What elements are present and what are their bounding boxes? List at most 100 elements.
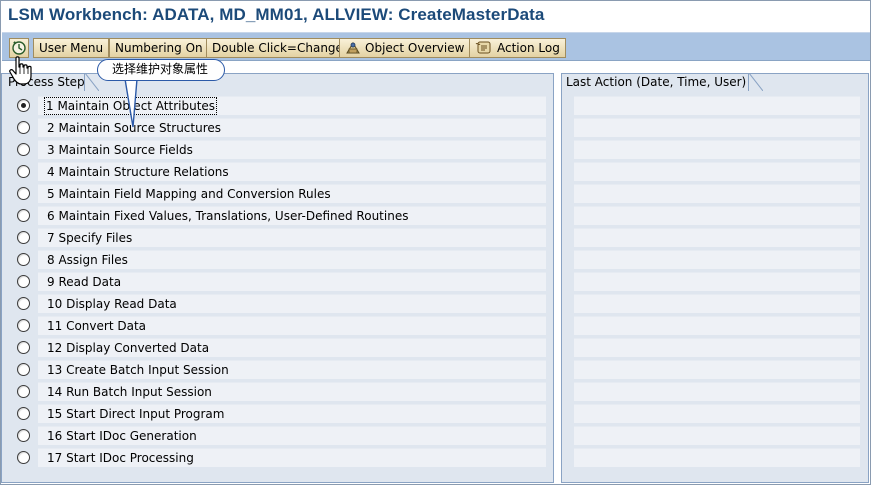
step-cell[interactable]: 15 Start Direct Input Program: [38, 404, 546, 423]
last-action-cell: [574, 404, 860, 423]
step-radio-button[interactable]: [17, 253, 30, 266]
action-log-icon: [475, 41, 491, 54]
object-overview-button[interactable]: Object Overview: [339, 38, 471, 58]
step-cell[interactable]: 2 Maintain Source Structures: [38, 118, 546, 137]
last-action-cell: [574, 162, 860, 181]
step-radio-button[interactable]: [17, 363, 30, 376]
process-step-row[interactable]: 3 Maintain Source Fields: [2, 138, 553, 160]
step-radio-button[interactable]: [17, 429, 30, 442]
step-radio-button[interactable]: [17, 209, 30, 222]
step-cell[interactable]: 1 Maintain Object Attributes: [38, 96, 546, 115]
process-step-row[interactable]: 17 Start IDoc Processing: [2, 446, 553, 468]
step-cell[interactable]: 8 Assign Files: [38, 250, 546, 269]
step-radio-button[interactable]: [17, 385, 30, 398]
last-action-cell: [574, 316, 860, 335]
last-action-cell: [574, 206, 860, 225]
step-cell[interactable]: 14 Run Batch Input Session: [38, 382, 546, 401]
process-step-row[interactable]: 12 Display Converted Data: [2, 336, 553, 358]
process-step-row[interactable]: 1 Maintain Object Attributes: [2, 94, 553, 116]
step-radio-button[interactable]: [17, 319, 30, 332]
step-cell[interactable]: 10 Display Read Data: [38, 294, 546, 313]
step-label: 4 Maintain Structure Relations: [47, 165, 229, 179]
process-step-row[interactable]: 15 Start Direct Input Program: [2, 402, 553, 424]
step-radio-button[interactable]: [17, 341, 30, 354]
execute-button[interactable]: [9, 38, 29, 58]
last-action-cell: [574, 426, 860, 445]
execute-clock-icon: [12, 41, 26, 55]
step-label: 5 Maintain Field Mapping and Conversion …: [47, 187, 331, 201]
step-label: 8 Assign Files: [47, 253, 128, 267]
last-action-cell: [574, 360, 860, 379]
last-action-cell: [574, 294, 860, 313]
step-radio-button[interactable]: [17, 121, 30, 134]
step-radio-button[interactable]: [17, 165, 30, 178]
process-step-row[interactable]: 2 Maintain Source Structures: [2, 116, 553, 138]
step-radio-button[interactable]: [17, 187, 30, 200]
last-action-cell: [574, 250, 860, 269]
window-title: LSM Workbench: ADATA, MD_MM01, ALLVIEW: …: [8, 5, 545, 24]
last-action-cell: [574, 184, 860, 203]
step-radio-button[interactable]: [17, 275, 30, 288]
process-step-row[interactable]: 10 Display Read Data: [2, 292, 553, 314]
step-cell[interactable]: 5 Maintain Field Mapping and Conversion …: [38, 184, 546, 203]
step-cell[interactable]: 3 Maintain Source Fields: [38, 140, 546, 159]
tab-corner: [749, 73, 763, 91]
step-cell[interactable]: 7 Specify Files: [38, 228, 546, 247]
application-toolbar: User Menu Numbering On Double Click=Chan…: [2, 32, 870, 61]
step-cell[interactable]: 17 Start IDoc Processing: [38, 448, 546, 467]
double-click-change-button[interactable]: Double Click=Change: [206, 38, 349, 58]
app-window: LSM Workbench: ADATA, MD_MM01, ALLVIEW: …: [0, 0, 871, 485]
object-overview-icon: [346, 42, 360, 54]
process-step-row[interactable]: 8 Assign Files: [2, 248, 553, 270]
last-action-cell: [574, 382, 860, 401]
step-radio-button[interactable]: [17, 143, 30, 156]
last-action-cell: [574, 228, 860, 247]
hand-pointer-icon: [9, 56, 32, 85]
step-cell[interactable]: 12 Display Converted Data: [38, 338, 546, 357]
step-label: 17 Start IDoc Processing: [47, 451, 194, 465]
step-radio-button[interactable]: [17, 99, 30, 112]
step-radio-button[interactable]: [17, 231, 30, 244]
step-label: 9 Read Data: [47, 275, 122, 289]
process-step-row[interactable]: 7 Specify Files: [2, 226, 553, 248]
step-radio-button[interactable]: [17, 407, 30, 420]
tab-corner: [85, 73, 99, 91]
tooltip-pointer: [124, 76, 138, 128]
step-cell[interactable]: 6 Maintain Fixed Values, Translations, U…: [38, 206, 546, 225]
object-overview-label: Object Overview: [365, 41, 465, 55]
process-step-row[interactable]: 11 Convert Data: [2, 314, 553, 336]
step-label: 3 Maintain Source Fields: [47, 143, 193, 157]
action-log-button[interactable]: Action Log: [469, 38, 566, 58]
step-label: 11 Convert Data: [47, 319, 146, 333]
step-cell[interactable]: 16 Start IDoc Generation: [38, 426, 546, 445]
step-cell[interactable]: 13 Create Batch Input Session: [38, 360, 546, 379]
step-label: 15 Start Direct Input Program: [47, 407, 225, 421]
step-label: 7 Specify Files: [47, 231, 133, 245]
step-cell[interactable]: 4 Maintain Structure Relations: [38, 162, 546, 181]
step-label: 16 Start IDoc Generation: [47, 429, 197, 443]
last-action-cell: [574, 118, 860, 137]
step-label: 6 Maintain Fixed Values, Translations, U…: [47, 209, 409, 223]
numbering-on-button[interactable]: Numbering On: [109, 38, 209, 58]
step-label: 12 Display Converted Data: [47, 341, 210, 355]
process-step-row[interactable]: 16 Start IDoc Generation: [2, 424, 553, 446]
step-radio-button[interactable]: [17, 297, 30, 310]
last-action-cell: [574, 140, 860, 159]
process-step-row[interactable]: 5 Maintain Field Mapping and Conversion …: [2, 182, 553, 204]
user-menu-button[interactable]: User Menu: [33, 38, 110, 58]
last-action-cell: [574, 448, 860, 467]
last-action-cell: [574, 272, 860, 291]
process-step-row[interactable]: 6 Maintain Fixed Values, Translations, U…: [2, 204, 553, 226]
process-step-row[interactable]: 13 Create Batch Input Session: [2, 358, 553, 380]
process-step-row[interactable]: 4 Maintain Structure Relations: [2, 160, 553, 182]
step-cell[interactable]: 11 Convert Data: [38, 316, 546, 335]
last-action-panel: Last Action (Date, Time, User): [561, 73, 869, 483]
step-label: 13 Create Batch Input Session: [47, 363, 229, 377]
process-step-panel: Process Step 1 Maintain Object Attribute…: [1, 73, 554, 483]
process-step-row[interactable]: 14 Run Batch Input Session: [2, 380, 553, 402]
process-step-row[interactable]: 9 Read Data: [2, 270, 553, 292]
step-cell[interactable]: 9 Read Data: [38, 272, 546, 291]
step-radio-button[interactable]: [17, 451, 30, 464]
last-action-cell: [574, 338, 860, 357]
last-action-header: Last Action (Date, Time, User): [561, 73, 749, 91]
